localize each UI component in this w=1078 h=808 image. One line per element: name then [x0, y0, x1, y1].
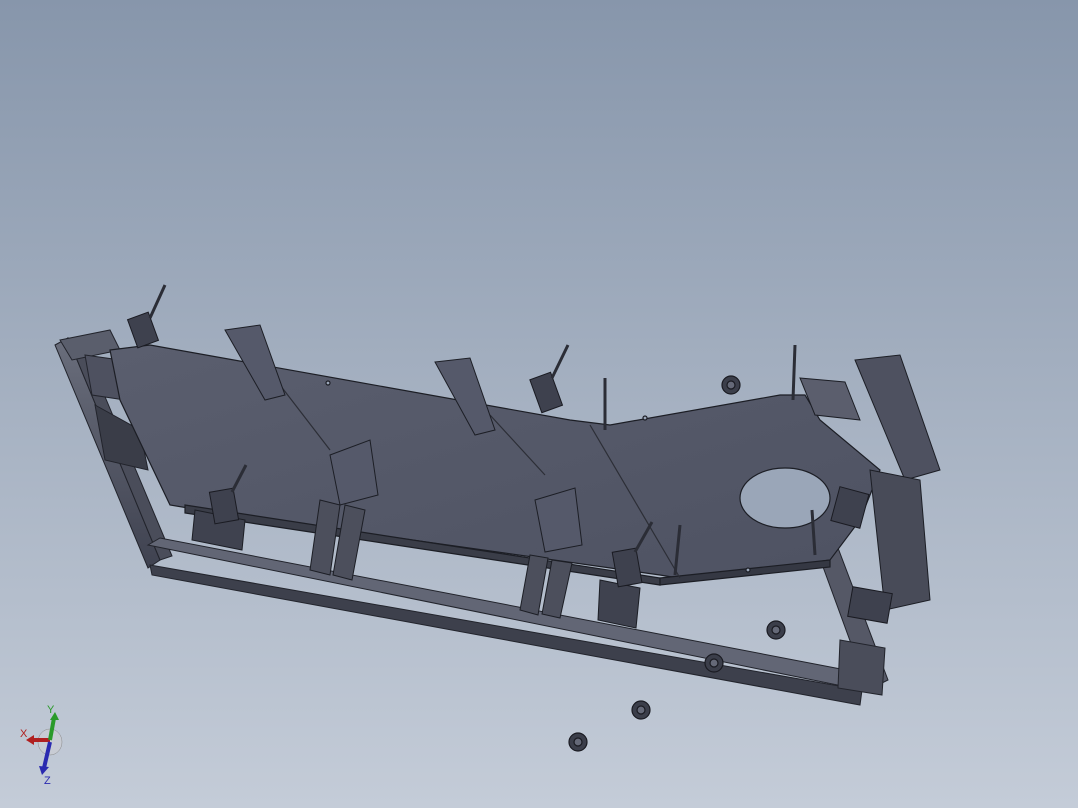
- leveling-pad: [766, 620, 786, 640]
- toggle-clamp: [529, 344, 570, 414]
- leveling-pad: [704, 653, 724, 673]
- toggle-clamp: [126, 284, 167, 349]
- y-axis-label: Y: [47, 704, 55, 716]
- z-axis-arrow: [39, 766, 49, 775]
- z-axis-label: Z: [44, 775, 51, 786]
- leveling-pad: [631, 700, 651, 720]
- leveling-pad: [568, 732, 588, 752]
- fixture-plate: [109, 344, 881, 586]
- graphics-viewport[interactable]: X Y Z: [0, 0, 1078, 808]
- toggle-clamp: [847, 586, 893, 624]
- leveling-pad: [721, 375, 741, 395]
- reference-triad: X Y Z: [20, 704, 63, 786]
- assembly-model[interactable]: [0, 0, 1078, 808]
- x-axis-label: X: [20, 728, 28, 740]
